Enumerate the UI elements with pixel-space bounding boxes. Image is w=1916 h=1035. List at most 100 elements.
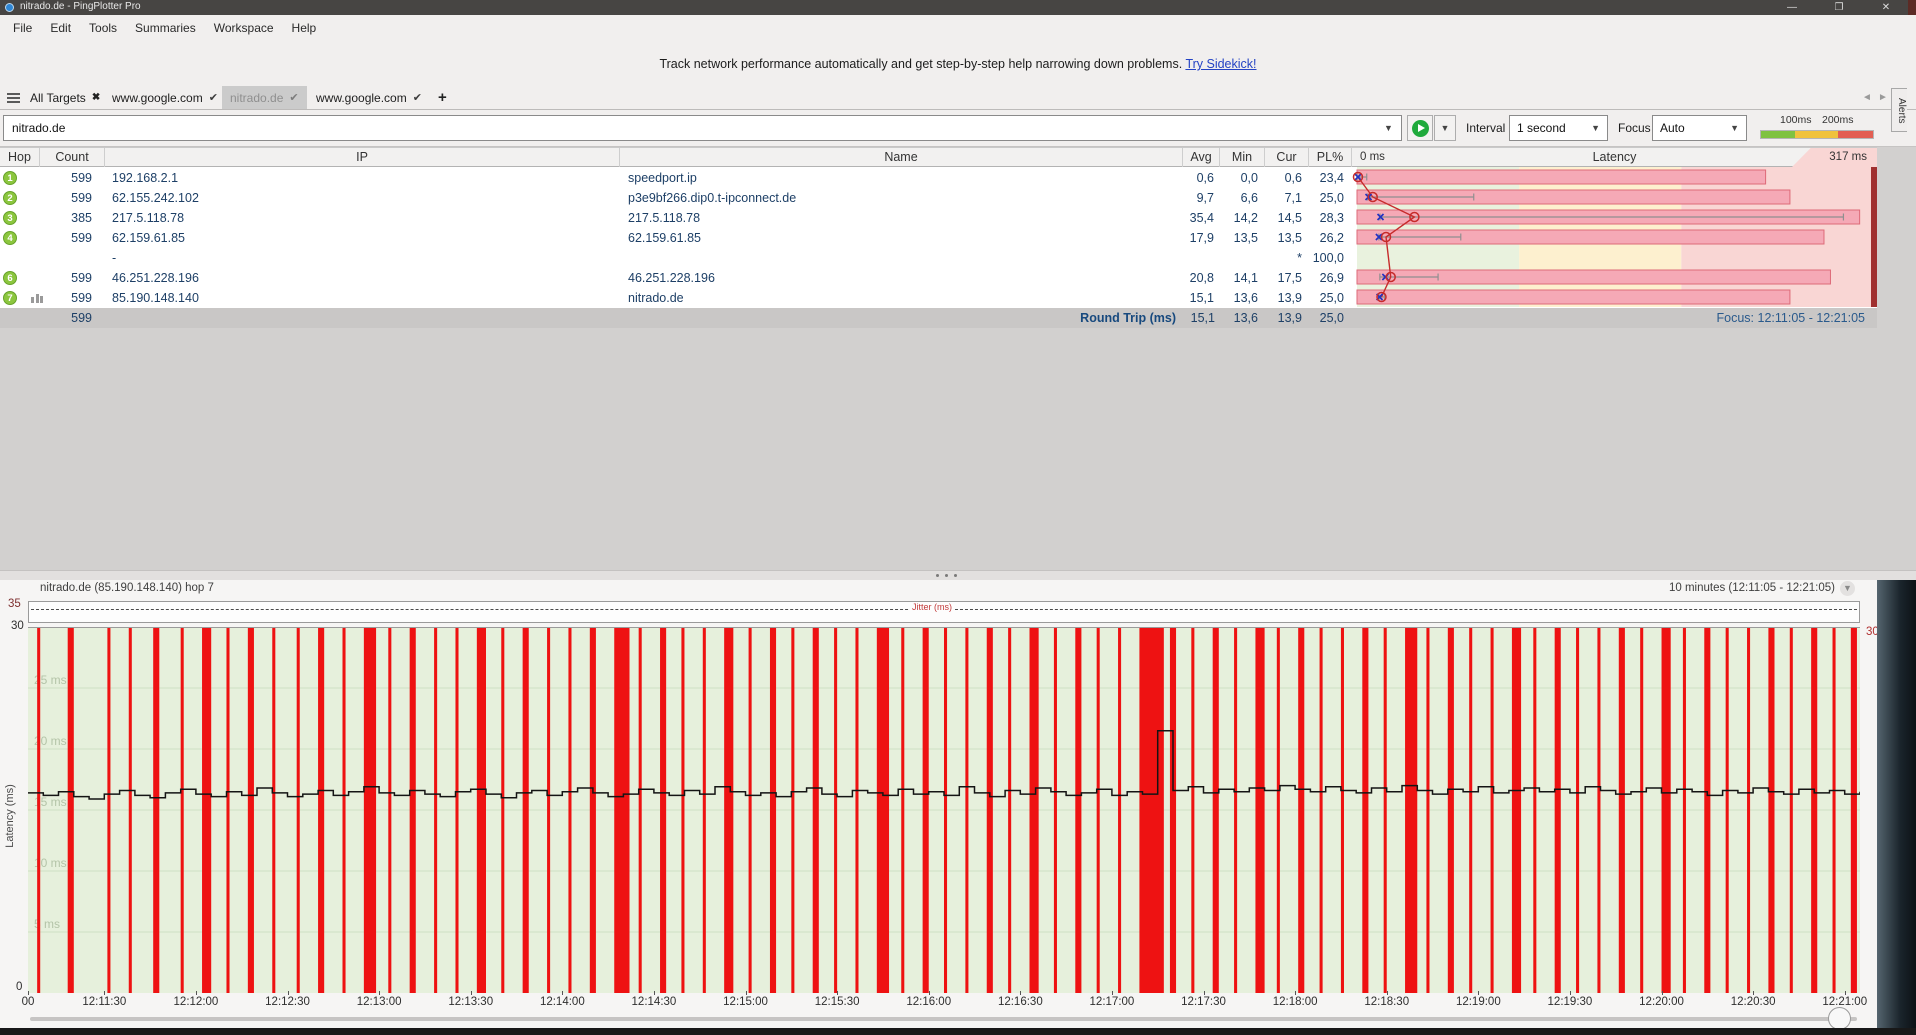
tab-www-google-com[interactable]: www.google.com ✔ — [104, 86, 226, 109]
column-header-hop[interactable]: Hop — [0, 148, 40, 167]
packet-loss-bar — [1362, 627, 1369, 993]
restore-button[interactable]: ❐ — [1822, 0, 1856, 15]
cell-ip: - — [112, 251, 117, 265]
packet-loss-bar — [1298, 627, 1305, 993]
latency-title: Latency — [1592, 150, 1637, 164]
cell-ip: 192.168.2.1 — [112, 171, 179, 185]
focus-label: Focus — [1618, 121, 1651, 135]
hop-number-badge: 3 — [3, 211, 17, 225]
hop-latency-graph — [1352, 167, 1877, 307]
jitter-axis-max: 35 — [8, 598, 21, 610]
alerts-side-tab[interactable]: Alerts — [1891, 88, 1907, 132]
column-header-cur[interactable]: Cur — [1265, 148, 1309, 167]
scrollbar-track[interactable] — [30, 1017, 1857, 1021]
cell-pl: 28,3 — [1319, 211, 1344, 225]
packet-loss-bar — [748, 627, 752, 993]
packet-loss-bar — [37, 627, 41, 993]
column-header-min[interactable]: Min — [1220, 148, 1265, 167]
add-target-tab-button[interactable]: + — [430, 86, 455, 109]
tab-close-icon[interactable]: ✖ — [92, 92, 100, 103]
packet-loss-bar — [901, 627, 905, 993]
play-icon — [1411, 119, 1429, 137]
close-button[interactable]: ✕ — [1869, 0, 1903, 15]
packet-loss-bar — [1682, 627, 1686, 993]
target-dropdown-icon[interactable]: ▼ — [1384, 123, 1393, 133]
column-header-name[interactable]: Name — [620, 148, 1183, 167]
latency-axis-max: 30 — [11, 620, 24, 632]
chevron-down-icon: ▼ — [1591, 123, 1600, 133]
packet-loss-bar — [812, 627, 819, 993]
time-tick-label: 12:18:30 — [1364, 996, 1410, 1008]
column-header-count[interactable]: Count — [40, 148, 105, 167]
scrollbar-thumb[interactable] — [1828, 1007, 1851, 1030]
packet-loss-bar — [1704, 627, 1711, 993]
try-sidekick-link[interactable]: Try Sidekick! — [1185, 57, 1256, 71]
cell-pl: 26,2 — [1319, 231, 1344, 245]
timeline-range-dropdown-icon[interactable]: ▼ — [1840, 581, 1855, 596]
chevron-down-icon: ▼ — [1730, 123, 1739, 133]
cell-min: 14,1 — [1233, 271, 1258, 285]
packet-loss-bar — [1053, 627, 1057, 993]
packet-loss-bar — [1234, 627, 1238, 993]
packet-loss-bar — [1576, 627, 1580, 993]
column-header-ip[interactable]: IP — [105, 148, 620, 167]
screen-edge-artifact — [0, 1028, 1916, 1035]
trace-toolbar: nitrado.de ▼ ▼ Interval 1 second ▼ Focus … — [0, 110, 1916, 147]
minimize-button[interactable]: — — [1775, 0, 1809, 15]
column-header-pl[interactable]: PL% — [1309, 148, 1352, 167]
trace-options-dropdown[interactable]: ▼ — [1434, 115, 1456, 141]
packet-loss-bar — [1789, 627, 1793, 993]
focus-select[interactable]: Auto ▼ — [1652, 115, 1747, 141]
time-tick-label: 12:14:00 — [539, 996, 585, 1008]
packet-loss-bar — [1319, 627, 1323, 993]
packet-loss-bar — [1340, 627, 1344, 993]
cell-count: 599 — [71, 171, 92, 185]
packet-loss-bar — [1597, 627, 1601, 993]
tab-scroll-back-icon[interactable]: ◄ — [1862, 92, 1872, 103]
cell-min: 0,0 — [1240, 171, 1258, 185]
time-tick-label: 12:19:00 — [1455, 996, 1501, 1008]
packet-loss-bar — [342, 627, 346, 993]
time-tick-mark — [28, 991, 29, 995]
hop-number-badge: 4 — [3, 231, 17, 245]
tab-menu-icon[interactable] — [7, 93, 20, 105]
latency-scale-gradient — [1760, 130, 1874, 139]
menu-item-file[interactable]: File — [4, 17, 41, 39]
packet-loss-bar — [318, 627, 325, 993]
hop-number-badge: 2 — [3, 191, 17, 205]
time-tick-mark — [379, 991, 381, 995]
column-header-avg[interactable]: Avg — [1183, 148, 1220, 167]
tab-scroll-forward-icon[interactable]: ► — [1878, 92, 1888, 103]
packet-loss-bar — [128, 627, 132, 993]
hop-number-badge: 6 — [3, 271, 17, 285]
time-tick-mark — [1203, 991, 1205, 995]
panel-splitter[interactable] — [0, 570, 1916, 580]
menu-item-help[interactable]: Help — [283, 17, 326, 39]
latency-axis-max-label: 317 ms — [1829, 151, 1867, 163]
cell-name: nitrado.de — [628, 291, 684, 305]
column-header-latency[interactable]: 0 ms Latency 317 ms — [1352, 148, 1877, 167]
menu-item-edit[interactable]: Edit — [41, 17, 80, 39]
time-tick-mark — [653, 991, 655, 995]
packet-loss-bar — [922, 627, 929, 993]
menu-item-summaries[interactable]: Summaries — [126, 17, 205, 39]
target-address-input[interactable]: nitrado.de — [3, 115, 1402, 141]
focus-range-text: Focus: 12:11:05 - 12:21:05 — [1716, 311, 1865, 325]
tab-check-icon: ✔ — [208, 92, 218, 104]
packet-loss-bar — [1469, 627, 1473, 993]
packet-loss-bar — [965, 627, 969, 993]
cell-ip: 46.251.228.196 — [112, 271, 199, 285]
packet-loss-bar — [1725, 627, 1729, 993]
packet-loss-bar — [1640, 627, 1644, 993]
packet-loss-bar — [791, 627, 795, 993]
menu-item-workspace[interactable]: Workspace — [205, 17, 283, 39]
tab-all-targets[interactable]: All Targets ✖ — [22, 86, 108, 109]
screen-edge-artifact — [1908, 0, 1916, 15]
tab-www-google-com[interactable]: www.google.com ✔ — [308, 86, 430, 109]
timeline-plot[interactable]: 5 ms10 ms15 ms20 ms25 ms — [28, 627, 1860, 993]
tab-nitrado-de[interactable]: nitrado.de ✔ — [222, 86, 307, 109]
time-tick-label: 12:15:30 — [814, 996, 860, 1008]
menu-item-tools[interactable]: Tools — [80, 17, 126, 39]
start-trace-button[interactable] — [1407, 115, 1433, 141]
interval-select[interactable]: 1 second ▼ — [1509, 115, 1608, 141]
